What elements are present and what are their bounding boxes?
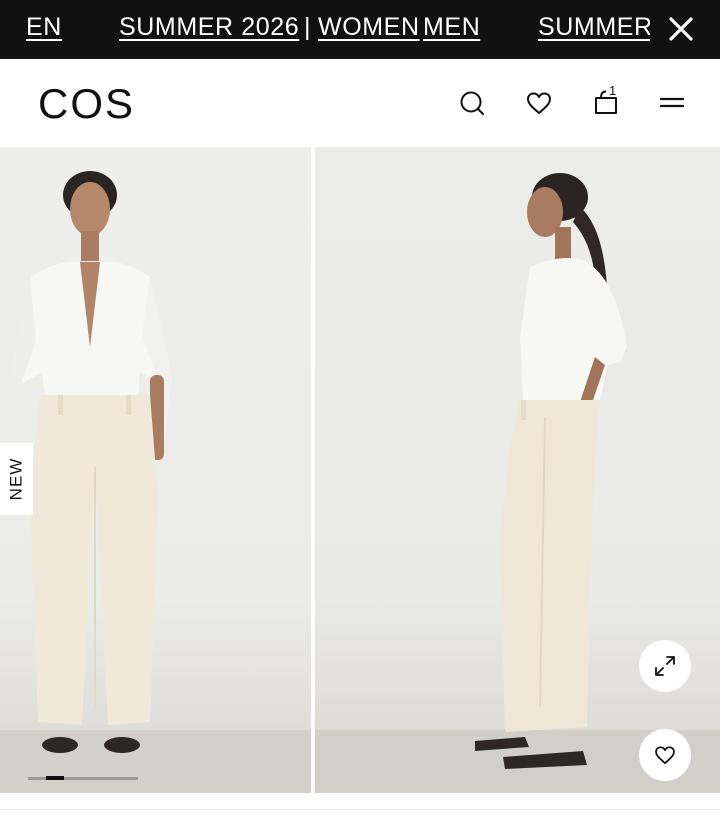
summer-2026-link[interactable]: SUMMER 2026 (119, 13, 299, 42)
product-gallery[interactable]: NEW (0, 147, 720, 793)
language-link[interactable]: EN (26, 13, 62, 42)
product-image-front[interactable]: NEW (0, 147, 311, 793)
menu-icon[interactable] (656, 87, 688, 119)
new-badge: NEW (0, 443, 33, 515)
gallery-progress (28, 776, 138, 780)
summer-link-repeat[interactable]: SUMMER (538, 13, 650, 42)
gallery-progress-fill (46, 776, 64, 780)
men-link[interactable]: MEN (423, 13, 480, 42)
bag-count: 1 (609, 83, 617, 98)
bag-icon (595, 90, 617, 114)
heart-icon (655, 746, 675, 765)
add-to-wishlist-button[interactable] (639, 729, 691, 781)
divider (0, 809, 720, 810)
cos-logo[interactable]: COS (38, 81, 135, 127)
heart-icon[interactable] (523, 87, 555, 119)
promo-banner: EN SUMMER 2026 | WOMEN MEN SUMMER (0, 0, 720, 59)
product-image-side[interactable] (315, 147, 720, 793)
banner-separator: | (304, 13, 311, 41)
expand-icon (655, 656, 675, 676)
model-side-illustration (315, 173, 720, 793)
women-link[interactable]: WOMEN (318, 13, 420, 42)
search-icon[interactable] (456, 87, 488, 119)
zoom-button[interactable] (639, 640, 691, 692)
close-icon[interactable] (666, 14, 696, 44)
model-front-illustration (0, 171, 311, 793)
banner-links: EN SUMMER 2026 | WOMEN MEN SUMMER (0, 0, 650, 59)
site-header: COS 1 (0, 59, 720, 147)
new-badge-label: NEW (6, 457, 26, 501)
bag-button[interactable]: 1 (590, 83, 622, 119)
